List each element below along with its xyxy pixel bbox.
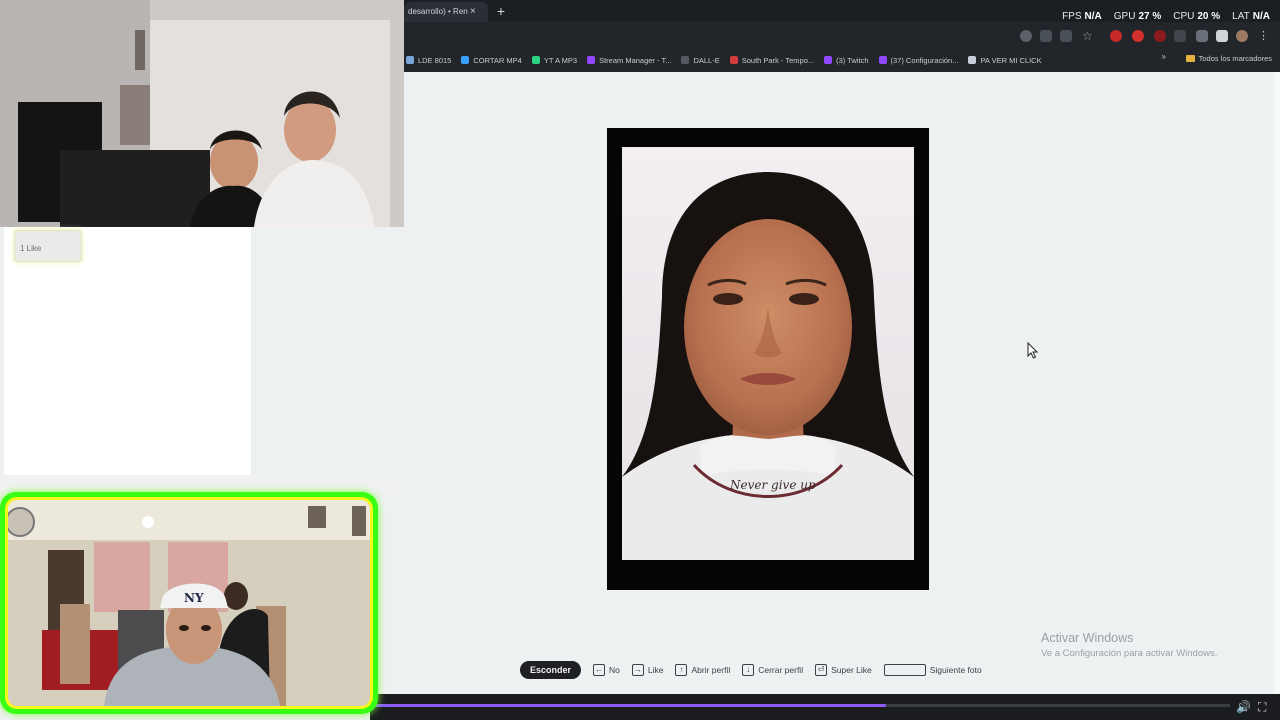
media-progress-bar[interactable]: [370, 704, 1230, 707]
bookmark-item[interactable]: CORTAR MP4: [461, 56, 522, 65]
extension-record-icon[interactable]: [1110, 30, 1122, 42]
arrow-left-key-icon: ←: [593, 664, 606, 676]
performance-overlay: FPS N/A GPU 27 % CPU 20 % LAT N/A: [1062, 11, 1270, 22]
profile-avatar[interactable]: [1236, 30, 1248, 42]
bookmark-icon: [587, 56, 596, 64]
bookmark-icon: [878, 56, 887, 64]
bookmark-item[interactable]: LDE 8015: [406, 56, 451, 65]
webcam-feed-bottom: NY: [0, 492, 378, 714]
new-tab-button[interactable]: +: [494, 2, 508, 20]
arrow-up-key-icon: ↑: [675, 664, 688, 676]
control-super-like[interactable]: ⏎ Super Like: [815, 664, 872, 676]
bookmarks-bar: LDE 8015 CORTAR MP4 YT A MP3 Stream Mana…: [404, 50, 1280, 70]
screen: desarrollo) • Ren × + FPS N/A GPU 27 % CPU…: [0, 0, 1280, 720]
webcam-scene: [0, 0, 404, 227]
volume-icon[interactable]: 🔊: [1236, 700, 1251, 714]
portrait-illustration: Never give up: [622, 172, 914, 560]
location-icon[interactable]: [1020, 30, 1032, 42]
bookmark-icon: [729, 56, 738, 64]
extension-icon[interactable]: [1154, 30, 1166, 42]
perf-gpu: GPU 27 %: [1113, 11, 1162, 22]
spacebar-key-icon: [883, 664, 926, 676]
tab-title: desarrollo) • Ren: [408, 7, 468, 16]
swipe-controls-bar: Esconder ← No → Like ↑ Abrir perfil ↓ Cerrar…: [520, 660, 982, 680]
windows-activation-watermark: Activar Windows Ve a Configuración para …: [1041, 631, 1217, 659]
control-close-profile[interactable]: ↓ Cerrar perfil: [742, 664, 803, 676]
bookmark-item[interactable]: DALL-E: [681, 56, 720, 65]
control-no[interactable]: ← No: [593, 664, 620, 676]
fullscreen-icon[interactable]: ⛶: [1258, 700, 1266, 715]
like-counter-text: 1 Like: [20, 244, 42, 253]
bookmark-star-icon[interactable]: ☆: [1082, 30, 1094, 42]
media-progress-fill: [370, 704, 886, 707]
bookmark-icon: [406, 56, 414, 64]
shirt-text: Never give up: [729, 478, 816, 492]
bookmark-item[interactable]: YT A MP3: [531, 56, 577, 65]
media-taskbar: 🔊 ⛶: [370, 694, 1280, 720]
perf-cpu: CPU 20 %: [1173, 11, 1221, 22]
bookmark-icon: [968, 56, 977, 64]
toolbar: [404, 26, 1280, 48]
overlay-white-panel: [4, 227, 251, 475]
puzzle-icon[interactable]: [1196, 30, 1208, 42]
bookmark-icon: [531, 56, 540, 64]
sidebar-icon[interactable]: [1216, 30, 1228, 42]
perf-lat: LAT N/A: [1232, 11, 1270, 22]
control-like[interactable]: → Like: [631, 664, 663, 676]
page-scrollbar[interactable]: [1274, 72, 1280, 694]
install-icon[interactable]: [1040, 30, 1052, 42]
watermark-subtitle: Ve a Configuración para activar Windows.: [1041, 648, 1218, 659]
bookmark-icon: [461, 56, 470, 64]
folder-icon: [1185, 55, 1195, 62]
share-icon[interactable]: [1060, 30, 1072, 42]
bookmark-icon: [681, 56, 690, 64]
svg-text:NY: NY: [184, 591, 204, 605]
enter-key-icon: ⏎: [815, 664, 828, 676]
bookmark-item[interactable]: South Park - Tempo...: [729, 56, 814, 65]
webcam-frame: NY: [5, 497, 373, 709]
watermark-title: Activar Windows: [1041, 631, 1134, 645]
arrow-right-key-icon: →: [631, 664, 644, 676]
browser-chrome: desarrollo) • Ren × + FPS N/A GPU 27 % CPU…: [404, 0, 1280, 72]
bookmark-icon: [824, 56, 833, 64]
extension-icon[interactable]: [1174, 30, 1186, 42]
extension-icon[interactable]: [1132, 30, 1144, 42]
control-next-photo[interactable]: Siguiente foto: [883, 664, 982, 676]
arrow-down-key-icon: ↓: [742, 664, 755, 676]
browser-tab[interactable]: desarrollo) • Ren ×: [404, 2, 488, 22]
bookmark-item[interactable]: (37) Configuración...: [878, 56, 958, 65]
webcam-scene: NY: [8, 500, 370, 706]
menu-icon[interactable]: ⋮: [1258, 30, 1270, 42]
tab-bar: desarrollo) • Ren × + FPS N/A GPU 27 % CPU…: [404, 0, 1280, 22]
like-counter-badge: 1 Like: [14, 230, 82, 262]
all-bookmarks-button[interactable]: Todos los marcadores: [1185, 54, 1272, 63]
profile-card[interactable]: Never give up: [607, 128, 929, 590]
webcam-feed-top: [0, 0, 404, 227]
profile-photo: Never give up: [622, 147, 914, 560]
mouse-cursor-icon: [1027, 342, 1039, 359]
bookmarks-more-button[interactable]: »: [1162, 52, 1166, 61]
bookmark-item[interactable]: Stream Manager - T...: [587, 56, 671, 65]
bookmark-item[interactable]: (3) Twitch: [824, 56, 869, 65]
perf-fps: FPS N/A: [1062, 11, 1102, 22]
control-open-profile[interactable]: ↑ Abrir perfil: [675, 664, 730, 676]
hide-button[interactable]: Esconder: [520, 661, 582, 679]
tab-close-icon[interactable]: ×: [470, 2, 476, 22]
bookmark-item[interactable]: PA VER MI CLICK: [968, 56, 1042, 65]
